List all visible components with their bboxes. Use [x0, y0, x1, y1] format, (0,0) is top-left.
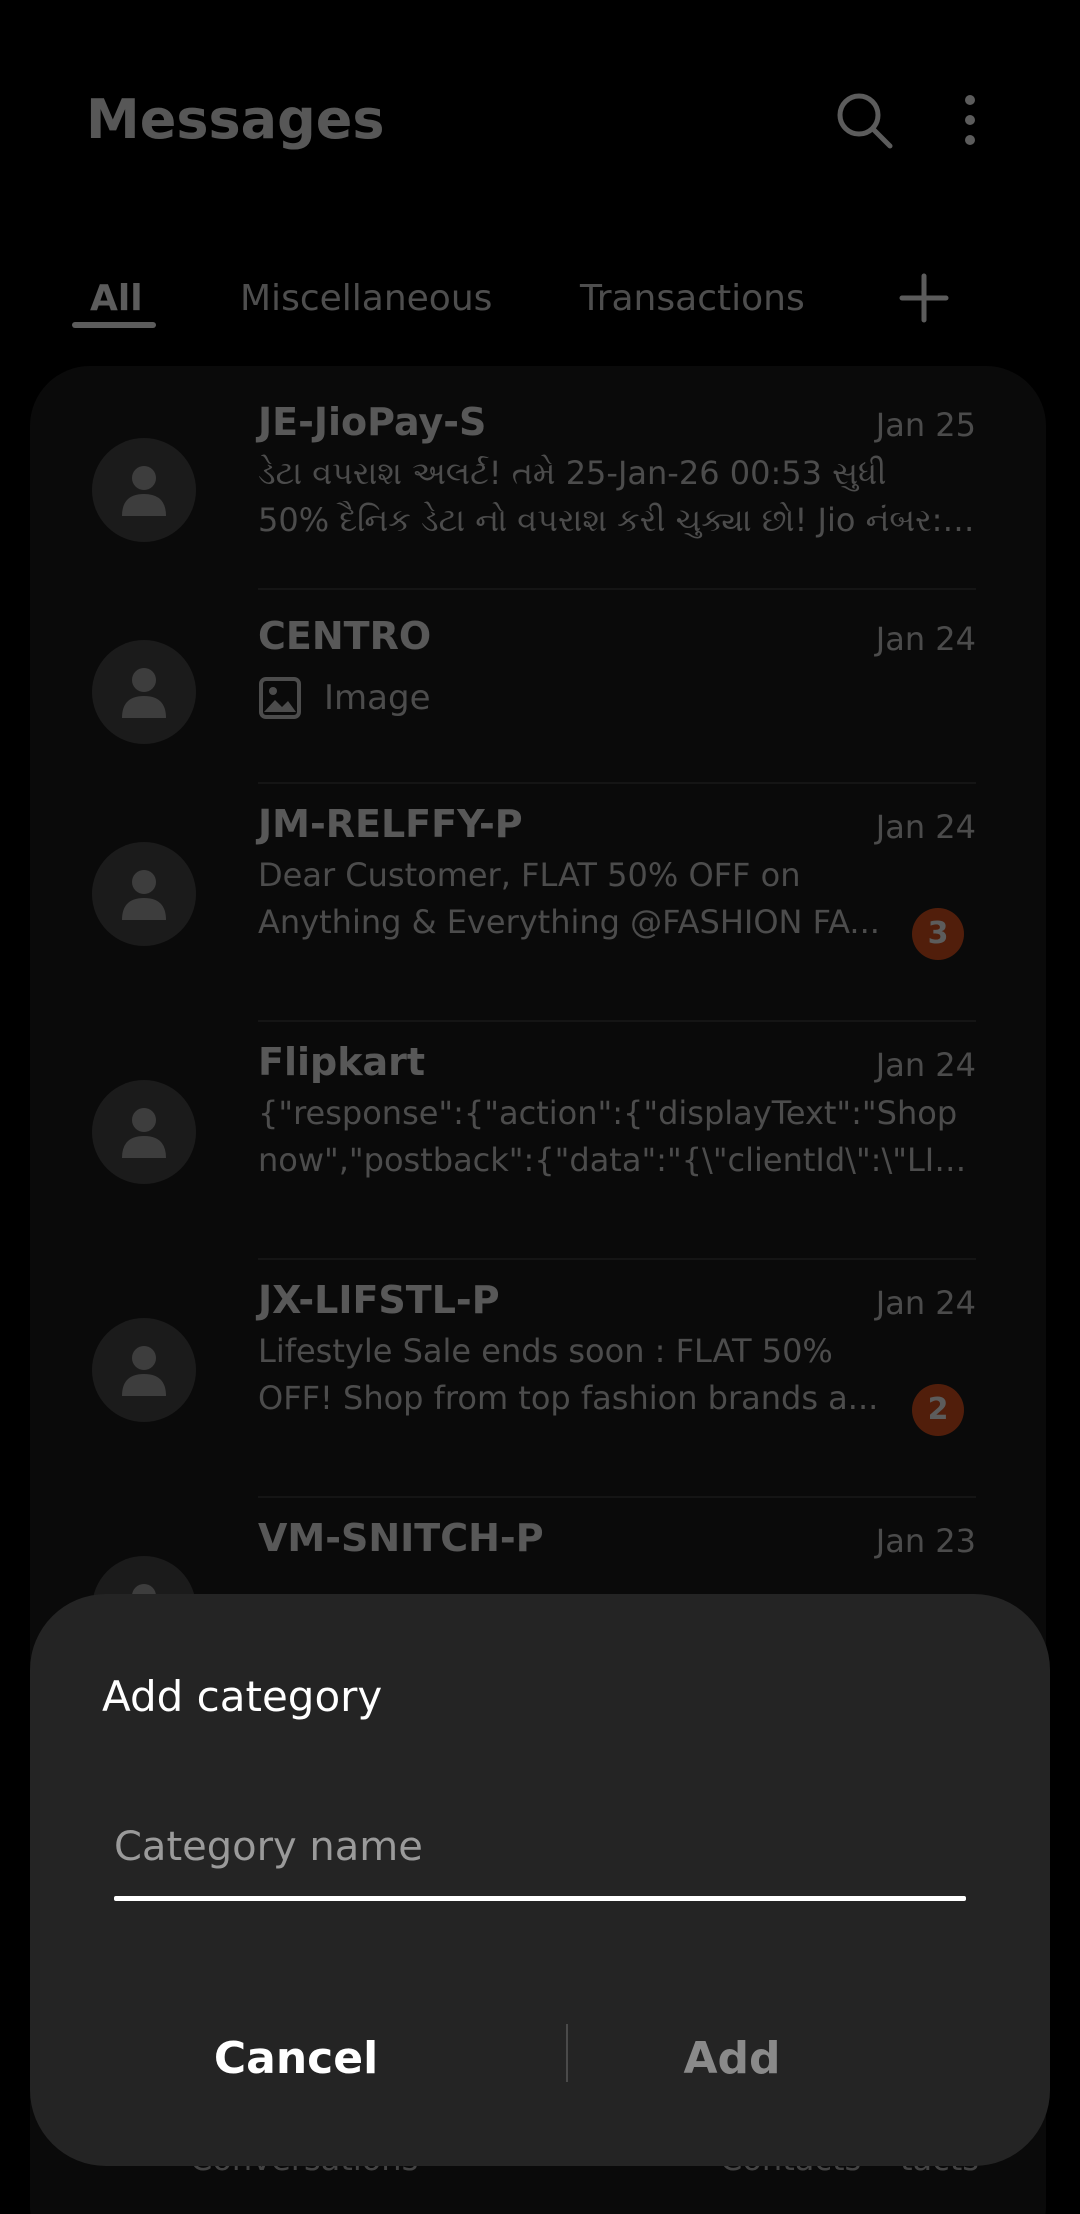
input-underline — [114, 1896, 966, 1901]
image-icon — [259, 677, 301, 719]
messages-app: Messages All Miscellaneous Transactions — [0, 0, 1080, 2214]
avatar — [92, 640, 196, 744]
avatar — [92, 842, 196, 946]
person-icon — [122, 1108, 166, 1158]
message-date: Jan 24 — [875, 620, 976, 658]
search-icon — [837, 93, 893, 149]
message-preview: Lifestyle Sale ends soon : FLAT 50% OFF!… — [258, 1328, 898, 1422]
preview-line: Anything & Everything @FASHION FA... — [258, 903, 880, 941]
category-name-input[interactable] — [114, 1812, 966, 1882]
attachment-label: Image — [324, 678, 431, 718]
preview-line: now","postback":{"data":"{\"clientId\":\… — [258, 1141, 978, 1179]
sender-name: JM-RELFFY-P — [258, 802, 523, 846]
active-tab-indicator — [72, 322, 156, 328]
avatar — [92, 1080, 196, 1184]
message-date: Jan 23 — [875, 1522, 976, 1560]
preview-line: ડેટા વપરાશ અલર્ટ! તમે 25-Jan-26 00:53 સુ… — [258, 454, 887, 492]
sender-name: Flipkart — [258, 1040, 426, 1084]
message-preview: Dear Customer, FLAT 50% OFF on Anything … — [258, 852, 898, 946]
more-vertical-icon — [965, 95, 975, 145]
person-icon — [122, 1346, 166, 1396]
cancel-button[interactable]: Cancel — [86, 2014, 506, 2104]
conversation-row[interactable]: JX-LIFSTL-P Jan 24 Lifestyle Sale ends s… — [30, 1260, 1046, 1496]
add-category-button[interactable] — [898, 272, 950, 324]
sender-name: JX-LIFSTL-P — [258, 1278, 500, 1322]
tab-transactions[interactable]: Transactions — [580, 274, 805, 324]
preview-line: Dear Customer, FLAT 50% OFF on — [258, 856, 801, 894]
preview-line: {"response":{"action":{"displayText":"Sh… — [258, 1094, 958, 1132]
conversation-row[interactable]: CENTRO Jan 24 Image — [30, 590, 1046, 784]
message-date: Jan 24 — [875, 808, 976, 846]
message-date: Jan 24 — [875, 1046, 976, 1084]
message-preview: ડેટા વપરાશ અલર્ટ! તમે 25-Jan-26 00:53 સુ… — [258, 450, 978, 544]
message-preview: {"response":{"action":{"displayText":"Sh… — [258, 1090, 978, 1184]
preview-line: 50% દૈનિક ડેટા નો વપરાશ કરી ચુક્યા છો! J… — [258, 501, 978, 539]
dialog-title: Add category — [102, 1672, 383, 1721]
preview-line: OFF! Shop from top fashion brands a... — [258, 1379, 879, 1417]
app-header: Messages — [0, 0, 1080, 250]
sender-name: JE-JioPay-S — [258, 400, 487, 444]
conversation-row[interactable]: Flipkart Jan 24 {"response":{"action":{"… — [30, 1022, 1046, 1258]
sender-name: VM-SNITCH-P — [258, 1516, 544, 1560]
page-title: Messages — [86, 88, 385, 151]
add-category-dialog: Add category Cancel Add — [30, 1594, 1050, 2166]
avatar — [92, 438, 196, 542]
search-button[interactable] — [832, 88, 896, 152]
message-date: Jan 25 — [875, 406, 976, 444]
tab-miscellaneous[interactable]: Miscellaneous — [240, 274, 492, 324]
unread-badge: 3 — [912, 908, 964, 960]
add-button[interactable]: Add — [522, 2014, 942, 2104]
person-icon — [122, 668, 166, 718]
sender-name: CENTRO — [258, 614, 432, 658]
plus-icon — [899, 273, 949, 323]
person-icon — [122, 466, 166, 516]
preview-line: Lifestyle Sale ends soon : FLAT 50% — [258, 1332, 833, 1370]
conversation-row[interactable]: JM-RELFFY-P Jan 24 Dear Customer, FLAT 5… — [30, 784, 1046, 1020]
avatar — [92, 1318, 196, 1422]
tab-all[interactable]: All — [90, 274, 143, 324]
message-date: Jan 24 — [875, 1284, 976, 1322]
image-attachment: Image — [258, 676, 558, 724]
conversation-row[interactable]: JE-JioPay-S Jan 25 ડેટા વપરાશ અલર્ટ! તમે… — [30, 396, 1046, 610]
more-options-button[interactable] — [950, 88, 990, 152]
person-icon — [122, 870, 166, 920]
unread-badge: 2 — [912, 1384, 964, 1436]
